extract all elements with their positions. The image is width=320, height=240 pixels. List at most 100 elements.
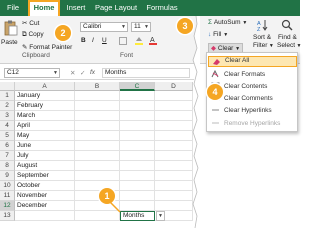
row-header[interactable]: 3 bbox=[0, 111, 15, 121]
tab-formulas[interactable]: Formulas bbox=[141, 0, 183, 16]
cell-d[interactable] bbox=[155, 191, 193, 201]
borders-icon[interactable] bbox=[118, 36, 128, 45]
cell-d[interactable] bbox=[155, 151, 193, 161]
row-header[interactable]: 5 bbox=[0, 131, 15, 141]
cell-b[interactable] bbox=[75, 91, 120, 101]
cut-button[interactable]: ✂ Cut bbox=[22, 19, 39, 27]
tab-page-layout[interactable]: Page Layout bbox=[92, 0, 140, 16]
tab-file[interactable]: File bbox=[2, 0, 24, 16]
cell-c[interactable] bbox=[120, 141, 155, 151]
cell-b[interactable] bbox=[75, 181, 120, 191]
format-painter-button[interactable]: ✎ Format Painter bbox=[22, 43, 72, 51]
column-header-b[interactable]: B bbox=[75, 82, 120, 91]
font-color-icon[interactable]: A bbox=[148, 36, 158, 45]
cell-a[interactable] bbox=[15, 211, 75, 221]
cell-a[interactable]: May bbox=[15, 131, 75, 141]
cell-a[interactable]: January bbox=[15, 91, 75, 101]
clear-hyperlinks-item[interactable]: Clear Hyperlinks bbox=[208, 105, 297, 116]
name-box[interactable]: C12 ▼ bbox=[4, 68, 60, 78]
paste-label[interactable]: Paste bbox=[1, 39, 18, 46]
cell-d[interactable] bbox=[155, 121, 193, 131]
cell-d[interactable] bbox=[155, 91, 193, 101]
cell-a[interactable]: November bbox=[15, 191, 75, 201]
cell-d[interactable] bbox=[155, 171, 193, 181]
clear-all-item[interactable]: Clear All bbox=[208, 56, 297, 67]
row-header[interactable]: 6 bbox=[0, 141, 15, 151]
formula-input[interactable]: Months bbox=[102, 68, 190, 78]
cell-c[interactable] bbox=[120, 161, 155, 171]
clear-formats-item[interactable]: Clear Formats bbox=[208, 69, 297, 80]
remove-hyperlinks-item[interactable]: Remove Hyperlinks bbox=[208, 118, 297, 129]
fill-color-icon[interactable] bbox=[134, 36, 144, 45]
row-header[interactable]: 11 bbox=[0, 191, 15, 201]
cell-c[interactable] bbox=[120, 111, 155, 121]
italic-button[interactable]: I bbox=[92, 37, 94, 44]
cell-a[interactable]: July bbox=[15, 151, 75, 161]
cancel-icon[interactable]: ✕ bbox=[70, 69, 75, 77]
row-header[interactable]: 9 bbox=[0, 171, 15, 181]
underline-button[interactable]: U bbox=[102, 37, 107, 44]
cell-b[interactable] bbox=[75, 111, 120, 121]
column-header-c[interactable]: C bbox=[120, 82, 155, 91]
cell-c[interactable] bbox=[120, 101, 155, 111]
cell-c[interactable] bbox=[120, 171, 155, 181]
fx-icon[interactable]: fx bbox=[90, 69, 95, 76]
row-header[interactable]: 2 bbox=[0, 101, 15, 111]
font-name-combo[interactable]: Calibri ▼ bbox=[80, 22, 128, 32]
column-header-d[interactable]: D bbox=[155, 82, 193, 91]
sort-filter-icon[interactable]: AZ bbox=[256, 18, 270, 32]
cell-a[interactable]: December bbox=[15, 201, 75, 211]
cell-d[interactable] bbox=[155, 131, 193, 141]
row-header[interactable]: 7 bbox=[0, 151, 15, 161]
autofill-dropdown-button[interactable]: ▼ bbox=[156, 211, 165, 221]
tab-home[interactable]: Home bbox=[28, 0, 60, 16]
row-header[interactable]: 4 bbox=[0, 121, 15, 131]
cell-d[interactable] bbox=[155, 201, 193, 211]
cell-a[interactable]: April bbox=[15, 121, 75, 131]
cell-d[interactable] bbox=[155, 181, 193, 191]
sort-filter-label[interactable]: Sort & bbox=[253, 34, 271, 41]
cell-c[interactable] bbox=[120, 131, 155, 141]
sort-filter-label-line2[interactable]: Filter ▼ bbox=[253, 42, 274, 49]
cell-b[interactable] bbox=[75, 161, 120, 171]
copy-button[interactable]: ⧉ Copy bbox=[22, 31, 44, 39]
paste-icon[interactable] bbox=[3, 19, 19, 37]
font-size-combo[interactable]: 11 ▼ bbox=[131, 22, 151, 32]
enter-icon[interactable]: ✓ bbox=[80, 69, 85, 77]
cell-b[interactable] bbox=[75, 141, 120, 151]
find-select-label-line2[interactable]: Select ▼ bbox=[277, 42, 301, 49]
select-all-corner[interactable] bbox=[0, 82, 15, 91]
cell-c[interactable] bbox=[120, 121, 155, 131]
cell-c[interactable] bbox=[120, 191, 155, 201]
cell-b[interactable] bbox=[75, 131, 120, 141]
cell-c[interactable] bbox=[120, 91, 155, 101]
cell-a[interactable]: August bbox=[15, 161, 75, 171]
row-header[interactable]: 1 bbox=[0, 91, 15, 101]
cell-d[interactable] bbox=[155, 111, 193, 121]
column-header-a[interactable]: A bbox=[15, 82, 75, 91]
row-header[interactable]: 8 bbox=[0, 161, 15, 171]
cell-a[interactable]: June bbox=[15, 141, 75, 151]
cell-d[interactable] bbox=[155, 101, 193, 111]
find-select-icon[interactable] bbox=[280, 18, 294, 32]
autosum-button[interactable]: Σ AutoSum ▼ bbox=[208, 19, 247, 26]
cell-b[interactable] bbox=[75, 121, 120, 131]
bold-button[interactable]: B bbox=[81, 37, 86, 44]
row-header[interactable]: 10 bbox=[0, 181, 15, 191]
find-select-label[interactable]: Find & bbox=[278, 34, 297, 41]
fill-button[interactable]: ↓ Fill ▼ bbox=[208, 31, 228, 38]
cell-a[interactable]: February bbox=[15, 101, 75, 111]
cell-b[interactable] bbox=[75, 151, 120, 161]
cell-a[interactable]: October bbox=[15, 181, 75, 191]
row-header[interactable]: 13 bbox=[0, 211, 15, 221]
tab-insert[interactable]: Insert bbox=[62, 0, 90, 16]
cell-c[interactable] bbox=[120, 181, 155, 191]
cell-a[interactable]: September bbox=[15, 171, 75, 181]
active-cell[interactable]: Months bbox=[120, 211, 155, 221]
row-header[interactable]: 12 bbox=[0, 201, 15, 211]
cell-c[interactable] bbox=[120, 201, 155, 211]
cell-b[interactable] bbox=[75, 101, 120, 111]
cell-d[interactable] bbox=[155, 141, 193, 151]
cell-b[interactable] bbox=[75, 171, 120, 181]
cell-d[interactable] bbox=[155, 161, 193, 171]
